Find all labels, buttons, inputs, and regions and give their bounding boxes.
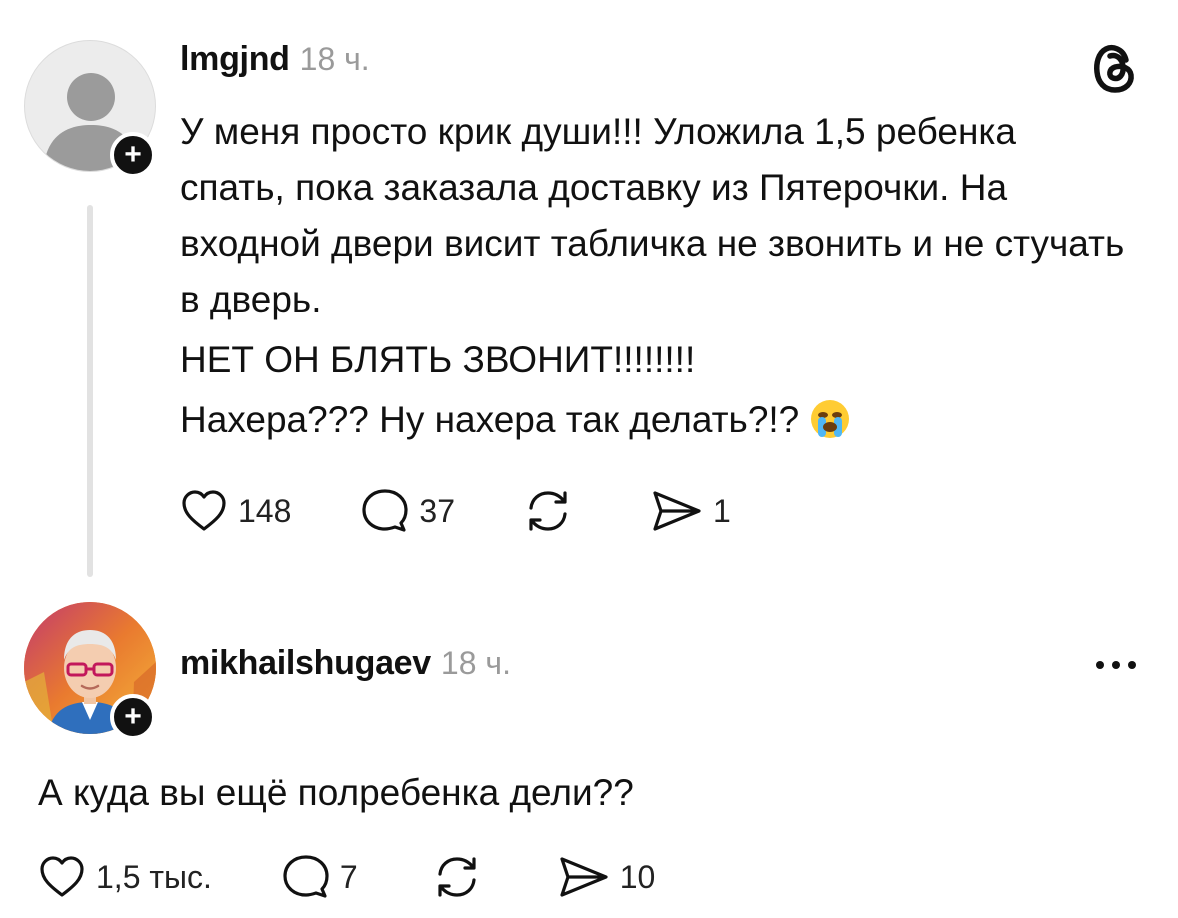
- plus-icon: +: [124, 700, 142, 733]
- follow-button[interactable]: +: [110, 694, 156, 740]
- repost-icon: [438, 857, 476, 897]
- threads-icon[interactable]: [1088, 40, 1140, 96]
- post-paragraph: НЕТ ОН БЛЯТЬ ЗВОНИТ!!!!!!!!: [180, 339, 696, 380]
- repost-button[interactable]: [523, 488, 573, 534]
- post-paragraph: Нахера??? Ну нахера так делать?!?: [180, 392, 1130, 448]
- like-count: 148: [238, 492, 292, 529]
- comment-count: 7: [339, 858, 358, 895]
- like-button[interactable]: 148: [180, 489, 291, 533]
- username[interactable]: lmgjnd: [180, 40, 290, 79]
- send-icon: [560, 857, 608, 897]
- timestamp: 18 ч.: [299, 41, 370, 77]
- share-button[interactable]: 1: [651, 489, 731, 533]
- reply-body: А куда вы ещё полребенка дели??: [38, 772, 634, 813]
- heart-icon: [182, 490, 226, 531]
- share-button[interactable]: 10: [558, 855, 656, 899]
- share-count: 1: [712, 492, 731, 529]
- comment-count: 37: [419, 492, 455, 529]
- send-icon: [653, 491, 701, 531]
- more-icon[interactable]: [1092, 655, 1140, 675]
- post-actions: 148 37 1: [180, 488, 731, 534]
- share-count: 10: [619, 858, 656, 895]
- username[interactable]: mikhailshugaev: [180, 644, 431, 683]
- repost-button[interactable]: [432, 854, 482, 900]
- post-body: У меня просто крик души!!! Уложила 1,5 р…: [180, 104, 1130, 448]
- comment-icon: [362, 489, 408, 532]
- reply-header: mikhailshugaev 18 ч.: [180, 644, 511, 683]
- thread-line: [87, 205, 93, 577]
- comment-button[interactable]: 7: [282, 854, 358, 900]
- plus-icon: +: [124, 138, 142, 171]
- comment-icon: [283, 855, 329, 898]
- post-paragraph: У меня просто крик души!!! Уложила 1,5 р…: [180, 111, 1125, 320]
- repost-icon: [529, 491, 567, 531]
- follow-button[interactable]: +: [110, 132, 156, 178]
- timestamp: 18 ч.: [440, 645, 511, 681]
- crying-face-emoji: [811, 400, 850, 438]
- post-header: lmgjnd 18 ч.: [180, 40, 370, 79]
- comment-button[interactable]: 37: [361, 488, 455, 534]
- like-count: 1,5 тыс.: [96, 858, 212, 895]
- post-paragraph-text: Нахера??? Ну нахера так делать?!?: [180, 399, 800, 440]
- reply-actions: 1,5 тыс. 7 10: [38, 854, 655, 900]
- like-button[interactable]: 1,5 тыс.: [38, 855, 212, 899]
- heart-icon: [40, 856, 84, 897]
